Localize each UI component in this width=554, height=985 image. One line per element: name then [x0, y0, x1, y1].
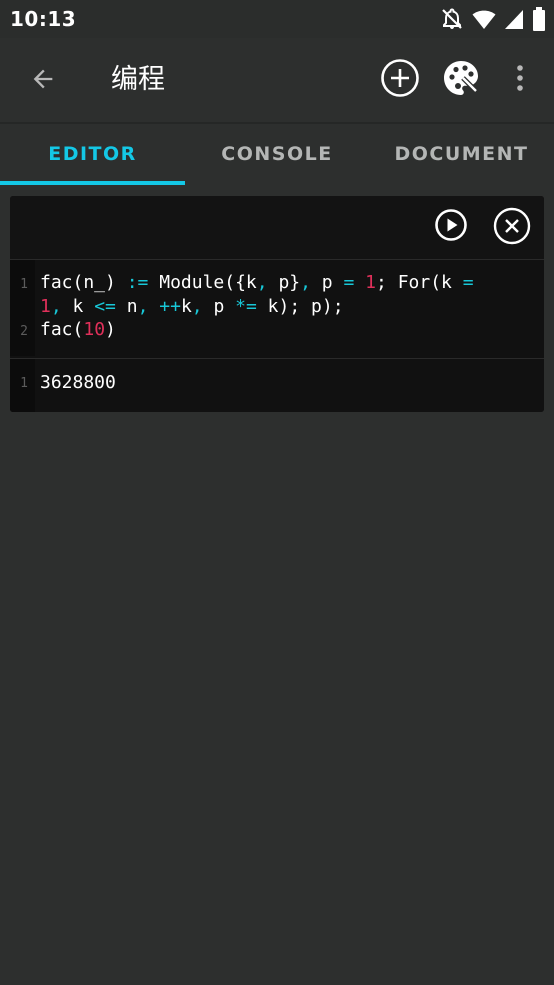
code-token: fac( [40, 319, 84, 340]
editor-card: 1 2 fac(n_) := Module({k, p}, p = 1; For… [10, 196, 544, 412]
arrow-back-icon [29, 65, 57, 97]
notifications-off-icon [440, 7, 464, 31]
code-operator: *= [235, 296, 257, 317]
code-operator: := [126, 272, 149, 293]
run-button[interactable] [434, 208, 468, 246]
code-operator: , [137, 296, 149, 317]
code-number: 10 [83, 319, 106, 340]
code-operator: , [191, 296, 203, 317]
theme-button[interactable] [440, 59, 482, 101]
add-circle-icon [380, 58, 420, 102]
code-operator: ++ [159, 296, 181, 317]
tab-indicator [0, 181, 185, 185]
status-time: 10:13 [10, 7, 77, 31]
code-token: p [202, 296, 236, 317]
code-line[interactable]: fac(n_) := Module({k, p}, p = 1; For(k = [40, 271, 474, 295]
page-title: 编程 [111, 64, 165, 95]
status-bar: 10:13 [0, 0, 554, 38]
editor-toolbar [10, 196, 544, 259]
code-line[interactable]: fac(10) [40, 318, 116, 342]
close-button[interactable] [492, 207, 532, 249]
more-options-button[interactable] [508, 59, 532, 101]
palette-icon [441, 58, 481, 102]
code-token: n [115, 296, 138, 317]
code-token: k [61, 296, 95, 317]
play-circle-icon [434, 208, 468, 246]
code-operator: = [462, 272, 474, 293]
output-result: 3628800 [40, 372, 116, 393]
tab-document[interactable]: DOCUMENT [369, 124, 554, 184]
output-line-number: 1 [20, 376, 28, 391]
battery-icon [532, 7, 546, 31]
code-token: k [180, 296, 192, 317]
signal-icon [504, 8, 524, 30]
code-operator: , [300, 272, 311, 293]
code-number: 1 [365, 272, 377, 293]
add-button[interactable] [379, 59, 421, 101]
code-token: k); p); [256, 296, 344, 317]
line-gutter: 1 2 [10, 260, 35, 356]
line-number: 2 [20, 324, 28, 339]
app-bar: 编程 [0, 38, 554, 122]
code-line[interactable]: 1, k <= n, ++k, p *= k); p); [40, 295, 344, 319]
back-button[interactable] [22, 60, 64, 102]
tab-bar: EDITOR CONSOLE DOCUMENT [0, 124, 554, 186]
status-icons [440, 6, 546, 32]
more-vert-icon [515, 64, 525, 96]
code-token: p [310, 272, 344, 293]
code-token: ) [105, 319, 116, 340]
code-token: fac(n_) [40, 272, 127, 293]
code-token: ; For(k [376, 272, 463, 293]
code-operator: <= [94, 296, 116, 317]
line-number: 1 [20, 277, 28, 292]
code-operator: , [256, 272, 268, 293]
output-area: 1 3628800 [10, 359, 544, 412]
wifi-icon [472, 8, 496, 30]
tab-console[interactable]: CONSOLE [185, 124, 369, 184]
code-input[interactable]: 1 2 fac(n_) := Module({k, p}, p = 1; For… [10, 260, 544, 356]
code-operator: = [343, 272, 355, 293]
code-number: 1 [40, 296, 51, 317]
code-operator: , [50, 296, 62, 317]
code-token: p} [267, 272, 301, 293]
close-circle-icon [493, 207, 531, 249]
code-token: Module({k [148, 272, 257, 293]
tab-editor[interactable]: EDITOR [0, 124, 185, 184]
output-gutter: 1 [10, 359, 35, 412]
